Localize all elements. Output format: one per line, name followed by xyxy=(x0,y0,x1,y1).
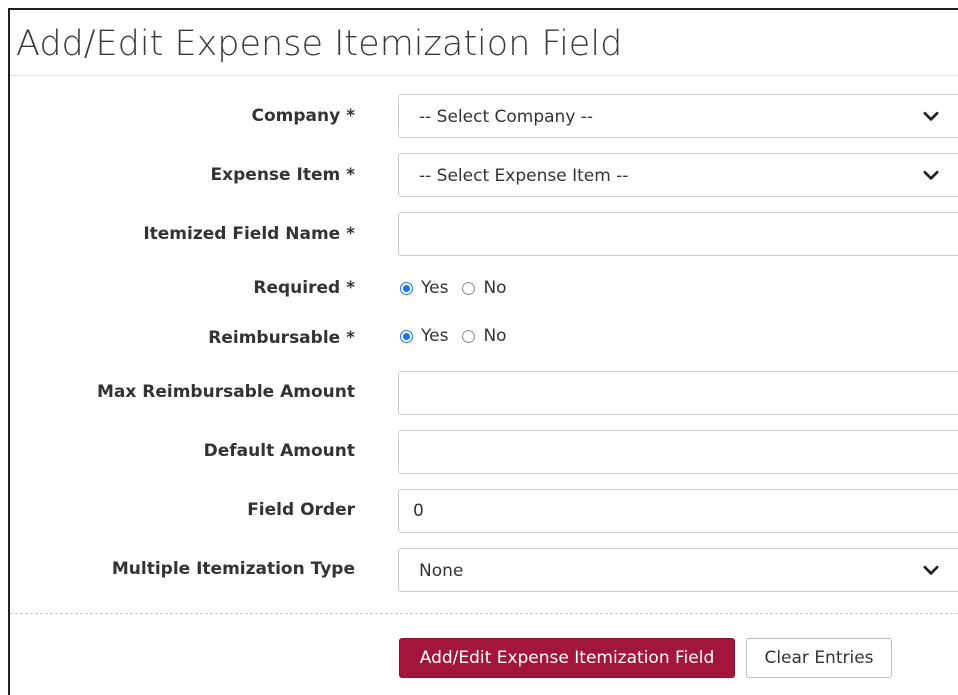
add-edit-itemization-field-button[interactable]: Add/Edit Expense Itemization Field xyxy=(399,638,735,678)
required-radio-group: Yes No xyxy=(400,278,521,298)
reimbursable-no-label: No xyxy=(483,326,507,346)
company-select-value: -- Select Company -- xyxy=(419,107,594,127)
max-reimbursable-amount-label: Max Reimbursable Amount xyxy=(96,382,355,402)
company-label: Company * xyxy=(251,106,355,126)
reimbursable-yes-label: Yes xyxy=(421,326,449,346)
default-amount-label: Default Amount xyxy=(203,441,355,461)
reimbursable-yes-radio[interactable]: Yes xyxy=(400,326,448,346)
expense-item-label: Expense Item * xyxy=(210,165,355,185)
clear-entries-button[interactable]: Clear Entries xyxy=(746,638,892,678)
required-label: Required * xyxy=(253,278,355,298)
expense-item-select-value: -- Select Expense Item -- xyxy=(419,166,629,186)
page-title: Add/Edit Expense Itemization Field xyxy=(16,24,623,64)
expense-item-select[interactable]: -- Select Expense Item -- xyxy=(398,153,958,197)
form-divider xyxy=(10,613,958,614)
field-order-input[interactable] xyxy=(398,489,958,533)
radio-button-icon xyxy=(400,281,413,295)
field-order-label: Field Order xyxy=(247,500,355,520)
reimbursable-radio-group: Yes No xyxy=(400,326,521,346)
required-yes-label: Yes xyxy=(421,278,449,298)
radio-button-icon xyxy=(462,281,476,295)
required-yes-radio[interactable]: Yes xyxy=(400,278,448,298)
radio-button-icon xyxy=(462,329,476,343)
reimbursable-label: Reimbursable * xyxy=(208,328,355,348)
radio-button-icon xyxy=(400,329,413,343)
title-divider xyxy=(10,75,958,76)
company-select[interactable]: -- Select Company -- xyxy=(398,94,958,138)
default-amount-input[interactable] xyxy=(398,430,958,474)
required-no-label: No xyxy=(483,278,507,298)
required-no-radio[interactable]: No xyxy=(462,278,507,298)
chevron-down-icon xyxy=(923,565,939,575)
multiple-itemization-type-value: None xyxy=(419,561,464,581)
reimbursable-no-radio[interactable]: No xyxy=(462,326,507,346)
chevron-down-icon xyxy=(923,170,939,180)
form-panel: Add/Edit Expense Itemization Field Compa… xyxy=(8,8,958,695)
itemized-field-name-label: Itemized Field Name * xyxy=(143,224,355,244)
itemized-field-name-input[interactable] xyxy=(398,212,958,256)
multiple-itemization-type-select[interactable]: None xyxy=(398,548,958,592)
max-reimbursable-amount-input[interactable] xyxy=(398,371,958,415)
chevron-down-icon xyxy=(923,111,939,121)
multiple-itemization-type-label: Multiple Itemization Type xyxy=(111,559,355,579)
